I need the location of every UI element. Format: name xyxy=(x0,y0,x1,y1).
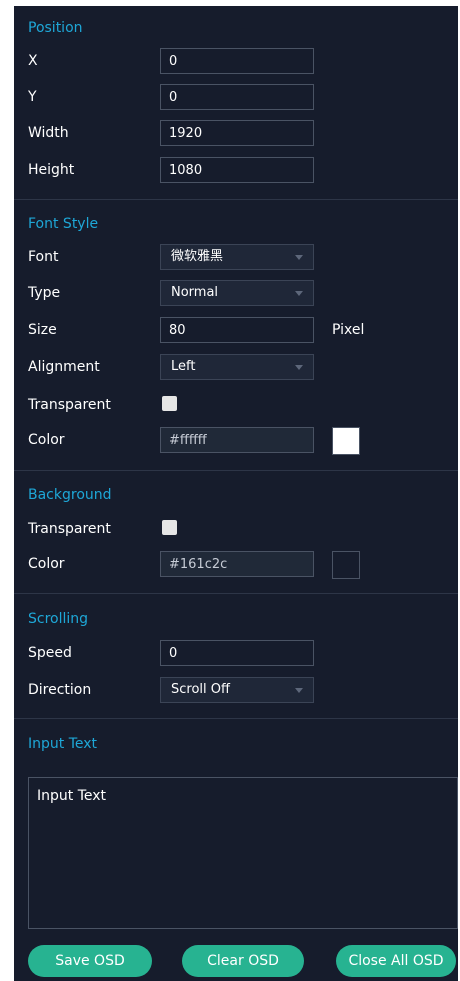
font-label: Font xyxy=(28,249,59,265)
type-select-value: Normal xyxy=(171,285,219,300)
direction-label: Direction xyxy=(28,682,92,698)
alignment-select-value: Left xyxy=(171,359,196,374)
bg-color-label: Color xyxy=(28,556,65,572)
y-label: Y xyxy=(28,89,37,105)
divider xyxy=(14,199,458,200)
save-osd-button[interactable]: Save OSD xyxy=(28,945,152,977)
bg-color-swatch[interactable] xyxy=(332,551,360,579)
direction-select-value: Scroll Off xyxy=(171,682,230,697)
height-input[interactable] xyxy=(160,157,314,183)
font-color-swatch[interactable] xyxy=(332,427,360,455)
row-direction: Direction Scroll Off xyxy=(14,677,458,703)
section-title-scrolling: Scrolling xyxy=(28,611,89,627)
speed-input[interactable] xyxy=(160,640,314,666)
chevron-down-icon xyxy=(295,291,303,296)
type-label: Type xyxy=(28,285,61,301)
font-color-label: Color xyxy=(28,432,65,448)
input-text-area[interactable]: Input Text xyxy=(28,777,458,929)
divider xyxy=(14,718,458,719)
row-y: Y xyxy=(14,84,458,110)
row-alignment: Alignment Left xyxy=(14,354,458,380)
font-color-input[interactable] xyxy=(160,427,314,453)
width-input[interactable] xyxy=(160,120,314,146)
font-select-value: 微软雅黑 xyxy=(171,249,224,264)
font-transparent-checkbox[interactable] xyxy=(162,396,177,411)
row-font: Font 微软雅黑 xyxy=(14,244,458,270)
x-label: X xyxy=(28,53,38,69)
section-title-background: Background xyxy=(28,487,112,503)
width-label: Width xyxy=(28,125,69,141)
bg-transparent-checkbox[interactable] xyxy=(162,520,177,535)
row-speed: Speed xyxy=(14,640,458,666)
row-size: Size Pixel xyxy=(14,317,458,343)
section-title-font-style: Font Style xyxy=(28,216,99,232)
y-input[interactable] xyxy=(160,84,314,110)
direction-select[interactable]: Scroll Off xyxy=(160,677,314,703)
input-text-placeholder: Input Text xyxy=(37,788,107,804)
x-input[interactable] xyxy=(160,48,314,74)
row-width: Width xyxy=(14,120,458,146)
osd-settings-panel: Position X Y Width Height Font Style Fon… xyxy=(14,6,458,981)
close-all-osd-button[interactable]: Close All OSD xyxy=(336,945,456,977)
section-title-input-text: Input Text xyxy=(28,736,98,752)
size-input[interactable] xyxy=(160,317,314,343)
row-x: X xyxy=(14,48,458,74)
row-font-color: Color xyxy=(14,427,458,455)
divider xyxy=(14,593,458,594)
clear-osd-button[interactable]: Clear OSD xyxy=(182,945,304,977)
section-title-position: Position xyxy=(28,20,83,36)
row-bg-color: Color xyxy=(14,551,458,579)
divider xyxy=(14,470,458,471)
font-select[interactable]: 微软雅黑 xyxy=(160,244,314,270)
speed-label: Speed xyxy=(28,645,72,661)
type-select[interactable]: Normal xyxy=(160,280,314,306)
chevron-down-icon xyxy=(295,255,303,260)
row-bg-transparent: Transparent xyxy=(14,516,458,542)
row-font-transparent: Transparent xyxy=(14,392,458,418)
alignment-label: Alignment xyxy=(28,359,100,375)
chevron-down-icon xyxy=(295,688,303,693)
size-label: Size xyxy=(28,322,57,338)
font-transparent-label: Transparent xyxy=(28,397,111,413)
size-unit-label: Pixel xyxy=(332,322,365,338)
alignment-select[interactable]: Left xyxy=(160,354,314,380)
row-type: Type Normal xyxy=(14,280,458,306)
chevron-down-icon xyxy=(295,365,303,370)
bg-transparent-label: Transparent xyxy=(28,521,111,537)
bg-color-input[interactable] xyxy=(160,551,314,577)
height-label: Height xyxy=(28,162,75,178)
row-height: Height xyxy=(14,157,458,183)
